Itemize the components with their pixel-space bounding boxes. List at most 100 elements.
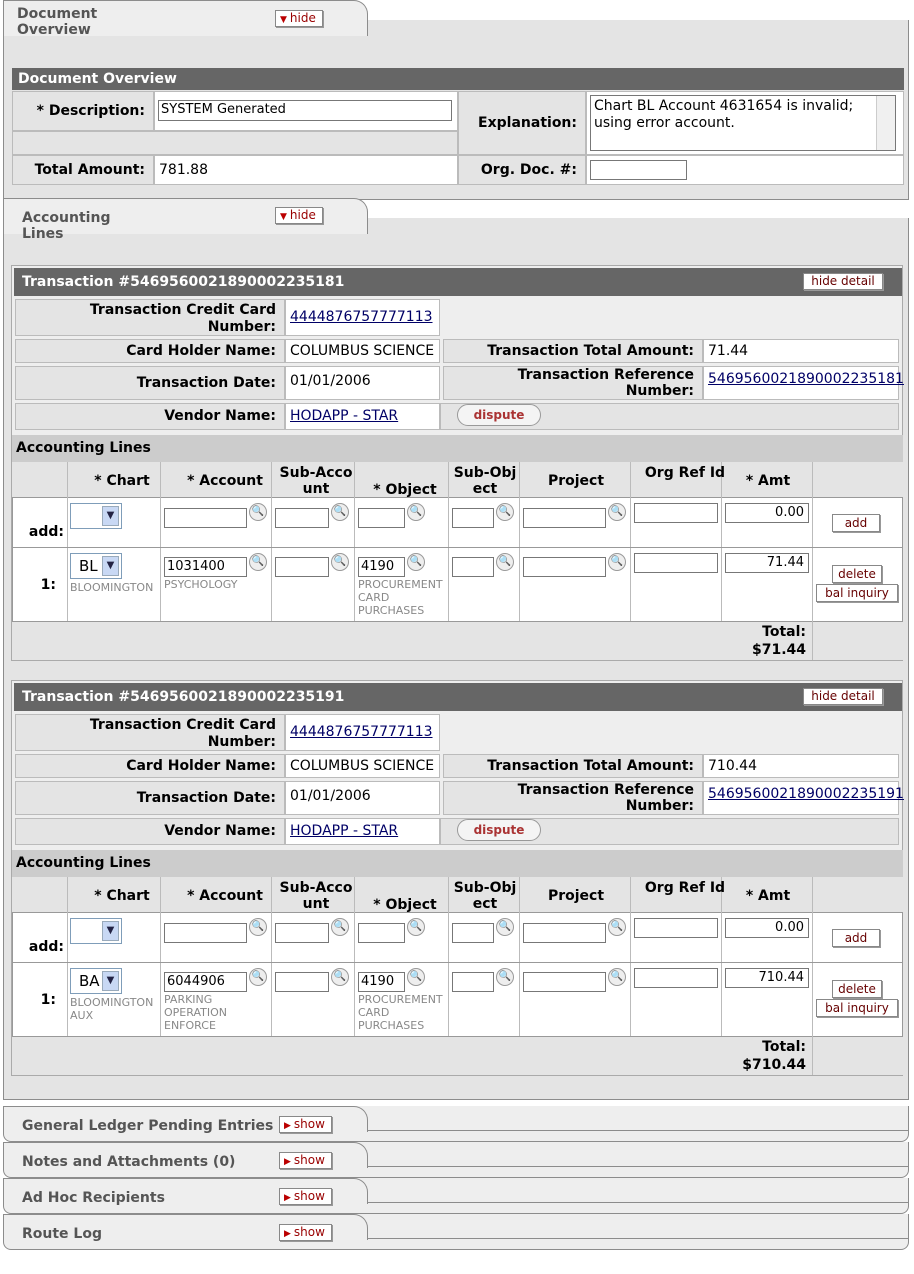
scrollbar[interactable] [876, 96, 895, 150]
tab-title: Document Overview [17, 6, 98, 38]
object-input[interactable]: 4190 [358, 557, 405, 577]
cc-number-link[interactable]: 4444876757777113 [290, 724, 433, 740]
lookup-icon[interactable]: 🔍 [407, 553, 425, 571]
account-name: PARKING OPERATION ENFORCE [164, 993, 227, 1032]
lookup-icon[interactable]: 🔍 [496, 968, 514, 986]
lookup-icon[interactable]: 🔍 [407, 503, 425, 521]
add-subobject-input[interactable] [452, 923, 494, 943]
add-orgref-input[interactable] [634, 918, 718, 938]
add-object-input[interactable] [358, 508, 405, 528]
object-input[interactable]: 4190 [358, 972, 405, 992]
hide-detail-button[interactable]: hide detail [803, 273, 883, 290]
vendor-link[interactable]: HODAPP - STAR [290, 408, 398, 424]
dispute-button[interactable]: dispute [457, 404, 541, 426]
collapsed-tab[interactable]: General Ledger Pending Entries ▶ show [3, 1106, 909, 1142]
lookup-icon[interactable]: 🔍 [249, 553, 267, 571]
add-chart-select[interactable]: ▼ [70, 503, 122, 529]
chevron-down-icon: ▼ [102, 506, 119, 526]
chart-select[interactable]: BL ▼ [70, 553, 122, 579]
hide-button[interactable]: ▼ hide [275, 10, 323, 27]
amt-input[interactable]: 71.44 [725, 553, 809, 573]
total-label: Total: [762, 1039, 806, 1055]
add-account-input[interactable] [164, 923, 247, 943]
lookup-icon[interactable]: 🔍 [608, 553, 626, 571]
account-input[interactable]: 1031400 [164, 557, 247, 577]
section-header: Document Overview [12, 68, 904, 90]
chart-name: BLOOMINGTON [70, 581, 154, 594]
dispute-button[interactable]: dispute [457, 819, 541, 841]
lookup-icon[interactable]: 🔍 [331, 553, 349, 571]
collapsed-tab[interactable]: Ad Hoc Recipients ▶ show [3, 1178, 909, 1214]
add-chart-select[interactable]: ▼ [70, 918, 122, 944]
add-row-label: add: [28, 939, 64, 955]
explanation-textarea[interactable]: Chart BL Account 4631654 is invalid; usi… [590, 95, 896, 151]
add-button[interactable]: add [832, 929, 880, 947]
show-button[interactable]: ▶ show [279, 1152, 332, 1169]
project-input[interactable] [523, 557, 606, 577]
col-chart: * Chart [94, 473, 150, 489]
ref-link[interactable]: 5469560021890002235181 [708, 371, 904, 387]
bal-inquiry-button[interactable]: bal inquiry [816, 584, 898, 602]
description-input[interactable]: SYSTEM Generated [158, 100, 452, 121]
subaccount-input[interactable] [275, 972, 329, 992]
account-name: PSYCHOLOGY [164, 578, 238, 591]
ref-value: 5469560021890002235181 [703, 366, 904, 400]
add-project-input[interactable] [523, 508, 606, 528]
lookup-icon[interactable]: 🔍 [608, 503, 626, 521]
add-subaccount-input[interactable] [275, 923, 329, 943]
lookup-icon[interactable]: 🔍 [496, 918, 514, 936]
amt-input[interactable]: 710.44 [725, 968, 809, 988]
project-input[interactable] [523, 972, 606, 992]
add-project-input[interactable] [523, 923, 606, 943]
tab-title: Route Log [22, 1226, 102, 1242]
collapsed-tab[interactable]: Route Log ▶ show [3, 1214, 909, 1250]
lookup-icon[interactable]: 🔍 [249, 968, 267, 986]
cc-number-link[interactable]: 4444876757777113 [290, 309, 433, 325]
subaccount-input[interactable] [275, 557, 329, 577]
date-value: 01/01/2006 [285, 781, 440, 815]
account-input[interactable]: 6044906 [164, 972, 247, 992]
lookup-icon[interactable]: 🔍 [249, 503, 267, 521]
col-amt: * Amt [745, 888, 791, 904]
vendor-link[interactable]: HODAPP - STAR [290, 823, 398, 839]
add-button[interactable]: add [832, 514, 880, 532]
chart-select[interactable]: BA ▼ [70, 968, 122, 994]
lookup-icon[interactable]: 🔍 [331, 918, 349, 936]
add-orgref-input[interactable] [634, 503, 718, 523]
acct-lines-subheader: Accounting Lines [12, 435, 903, 462]
subobject-input[interactable] [452, 972, 494, 992]
subobject-input[interactable] [452, 557, 494, 577]
hide-button[interactable]: ▼ hide [275, 207, 323, 224]
org-doc-input[interactable] [590, 160, 687, 180]
lookup-icon[interactable]: 🔍 [331, 503, 349, 521]
delete-button[interactable]: delete [832, 565, 882, 583]
add-amt-input[interactable]: 0.00 [725, 918, 809, 938]
add-amt-input[interactable]: 0.00 [725, 503, 809, 523]
hide-detail-button[interactable]: hide detail [803, 688, 883, 705]
ref-link[interactable]: 5469560021890002235191 [708, 786, 904, 802]
show-button[interactable]: ▶ show [279, 1188, 332, 1205]
lookup-icon[interactable]: 🔍 [608, 968, 626, 986]
add-account-input[interactable] [164, 508, 247, 528]
lookup-icon[interactable]: 🔍 [407, 918, 425, 936]
lookup-icon[interactable]: 🔍 [407, 968, 425, 986]
lookup-icon[interactable]: 🔍 [249, 918, 267, 936]
lookup-icon[interactable]: 🔍 [608, 918, 626, 936]
chevron-down-icon: ▼ [102, 971, 119, 991]
line-number: 1: [40, 577, 56, 593]
orgref-input[interactable] [634, 968, 718, 988]
lookup-icon[interactable]: 🔍 [496, 553, 514, 571]
show-button[interactable]: ▶ show [279, 1116, 332, 1133]
add-subobject-input[interactable] [452, 508, 494, 528]
delete-button[interactable]: delete [832, 980, 882, 998]
total-label: Total: [762, 624, 806, 640]
orgref-input[interactable] [634, 553, 718, 573]
bal-inquiry-button[interactable]: bal inquiry [816, 999, 898, 1017]
add-subaccount-input[interactable] [275, 508, 329, 528]
collapsed-tab[interactable]: Notes and Attachments (0) ▶ show [3, 1142, 909, 1178]
add-object-input[interactable] [358, 923, 405, 943]
lookup-icon[interactable]: 🔍 [331, 968, 349, 986]
col-project: Project [547, 888, 605, 904]
show-button[interactable]: ▶ show [279, 1224, 332, 1241]
lookup-icon[interactable]: 🔍 [496, 503, 514, 521]
